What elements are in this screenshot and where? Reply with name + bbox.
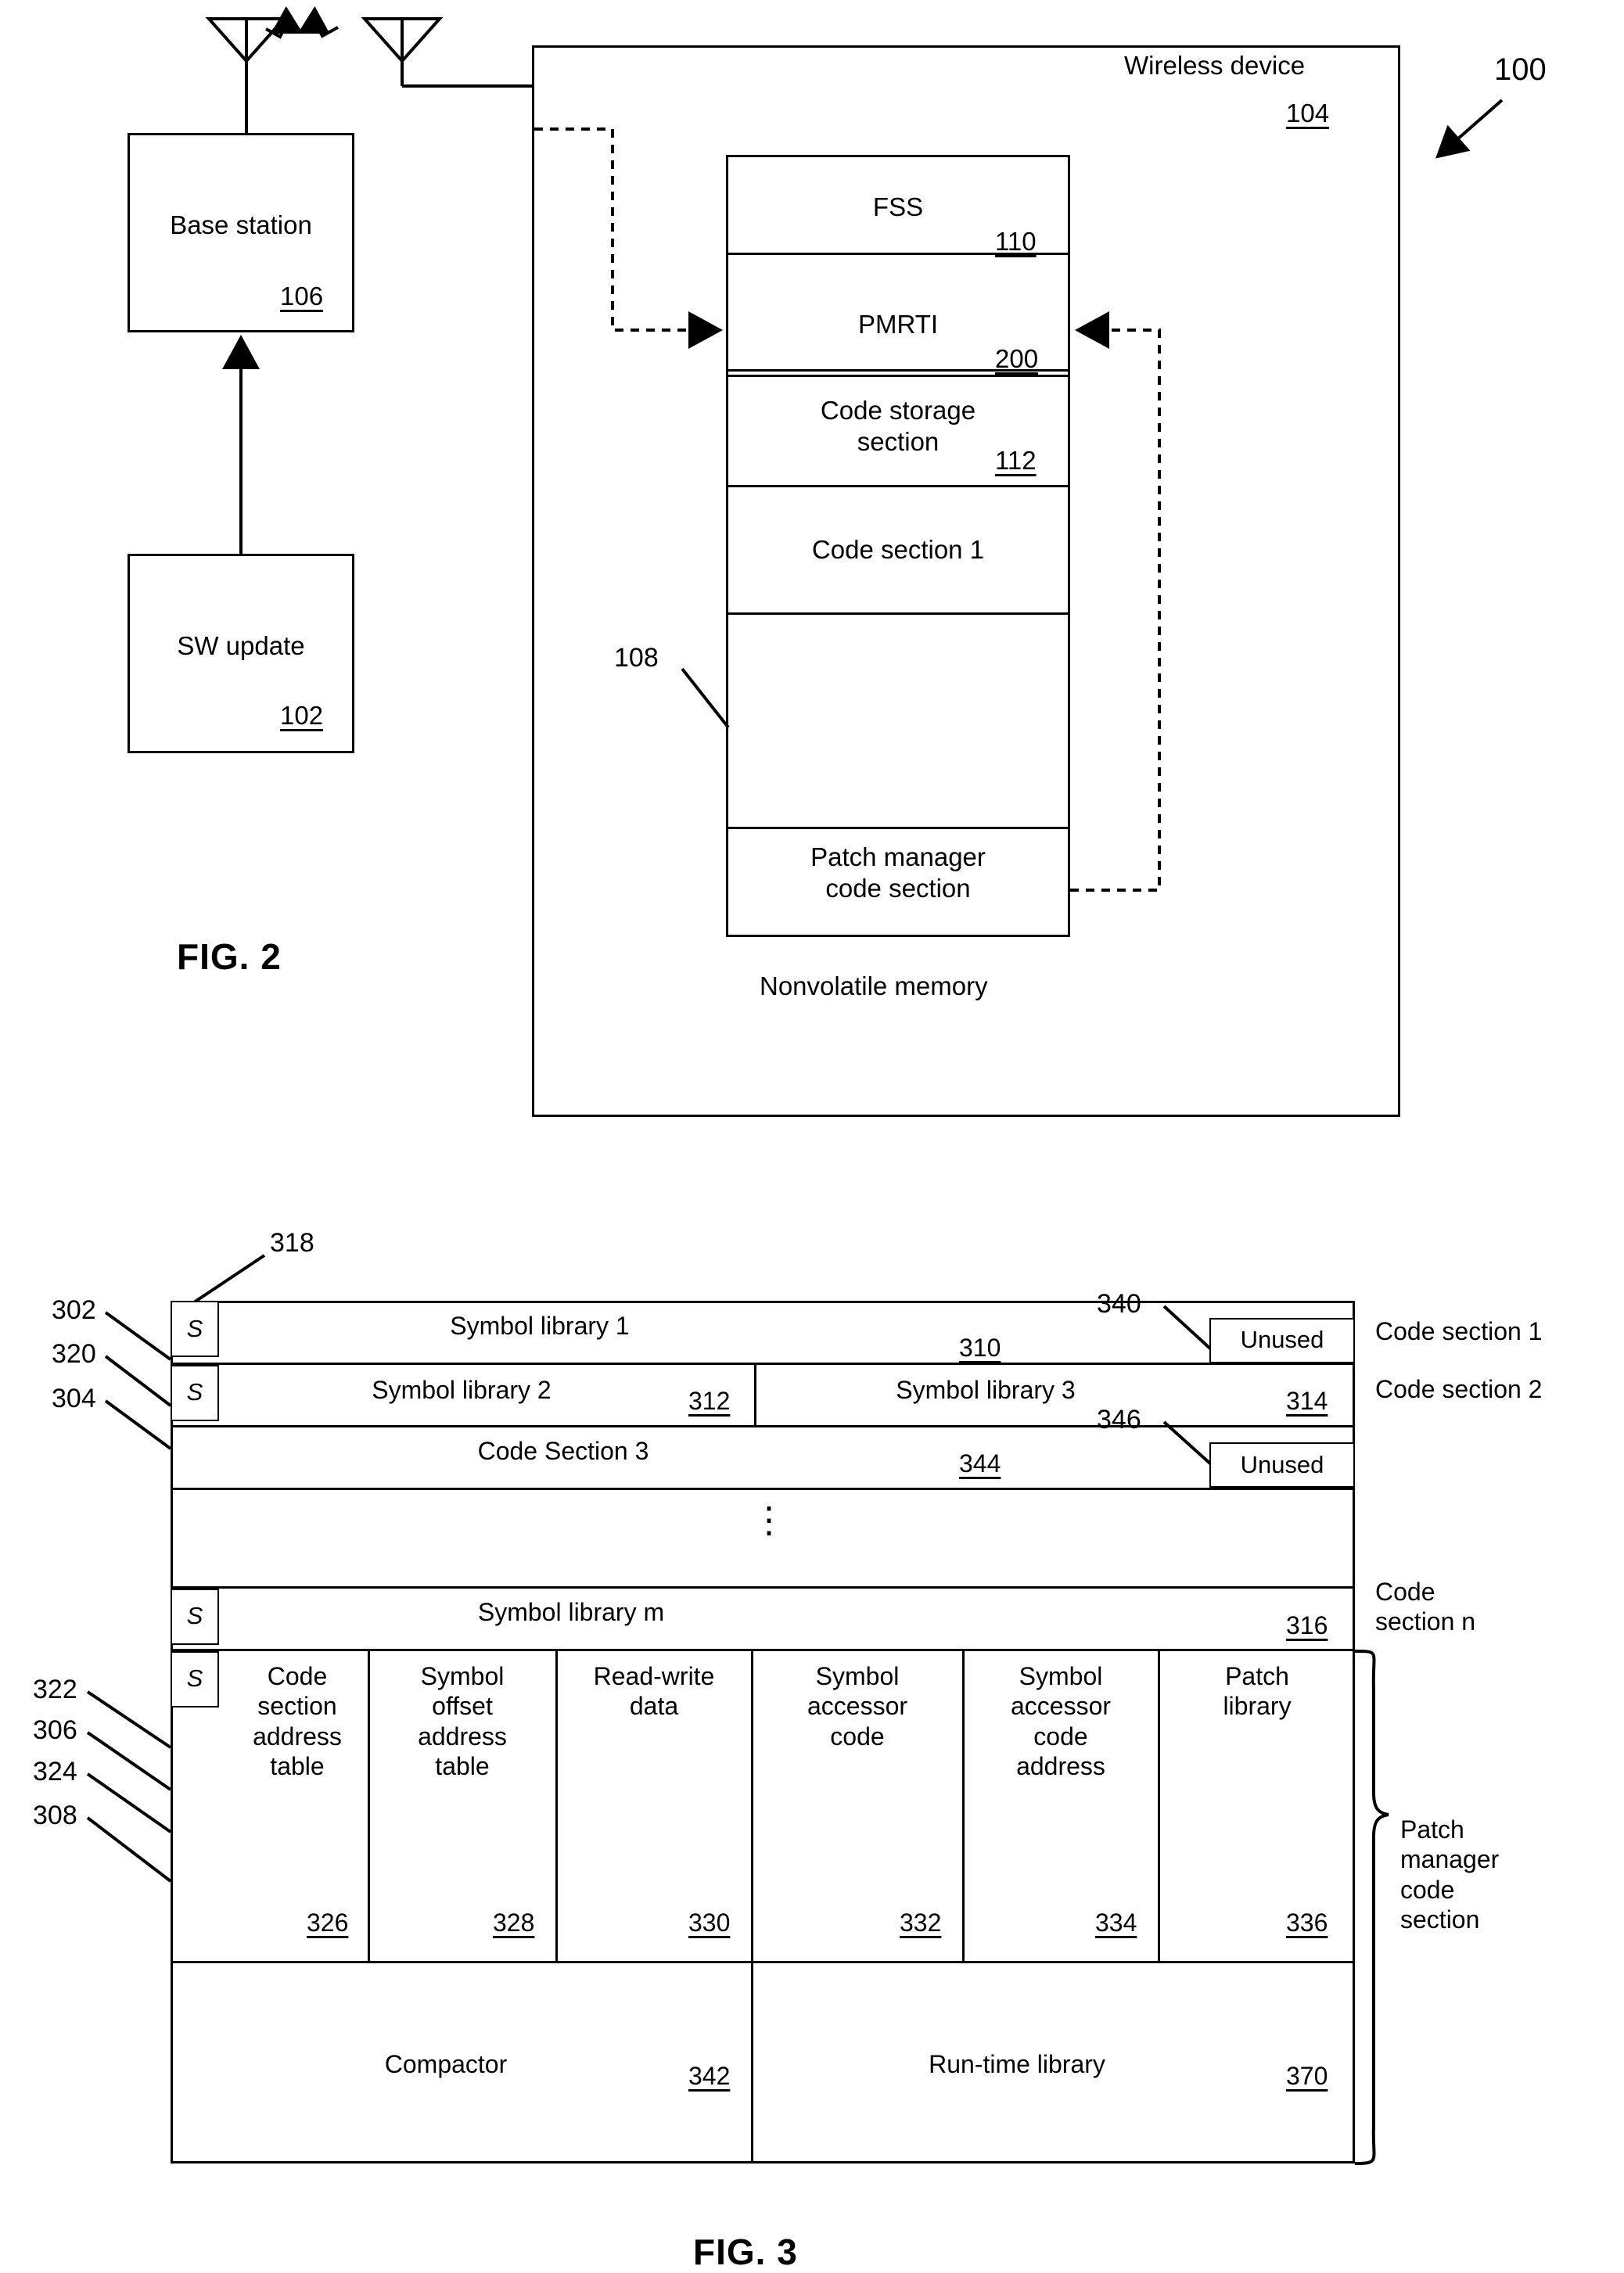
figure-2-label: FIG. 2	[177, 936, 282, 977]
patch-manager-right-label: Patch manager code section	[1400, 1815, 1500, 1934]
figure-3: 318 302 320 304 322 306 324 308 S Symbol…	[0, 1158, 1624, 2272]
figure-2: Wireless device 104 100 Base station 106…	[0, 0, 1624, 1158]
figure-3-label: FIG. 3	[693, 2232, 798, 2272]
patch-manager-to-pmrti-dashed-arrow	[1070, 311, 1161, 892]
patch-manager-brace	[1354, 1650, 1389, 2165]
